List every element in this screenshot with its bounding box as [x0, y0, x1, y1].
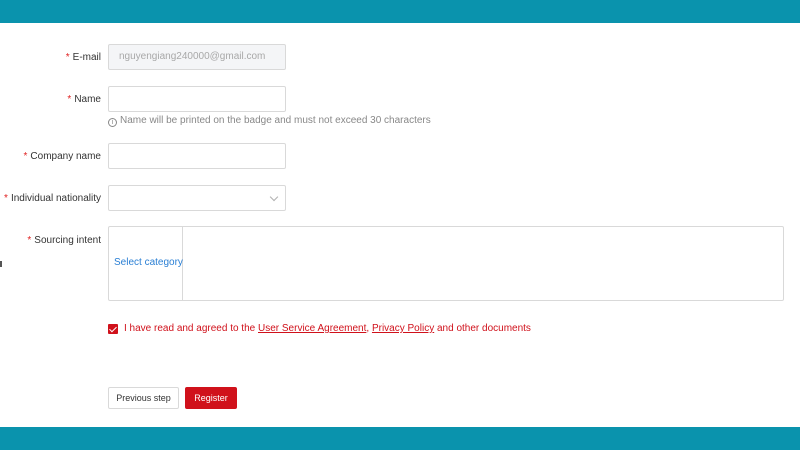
user-service-agreement-link[interactable]: User Service Agreement [258, 323, 366, 334]
required-mark: * [67, 94, 72, 105]
email-field: nguyengiang240000@gmail.com [108, 44, 286, 70]
info-circle-icon: i [108, 118, 117, 127]
name-hint-text: Name will be printed on the badge and mu… [120, 115, 431, 126]
bottom-banner [0, 427, 800, 450]
company-name-field[interactable] [108, 143, 286, 169]
top-banner [0, 0, 800, 23]
name-hint: i Name will be printed on the badge and m… [108, 115, 431, 127]
chevron-down-icon [269, 192, 279, 202]
select-category-link[interactable]: Select category [114, 257, 183, 268]
category-column: Select category [109, 227, 183, 300]
previous-step-button[interactable]: Previous step [108, 387, 179, 409]
name-label-text: Name [74, 94, 101, 105]
agreement-checkbox[interactable] [108, 323, 118, 334]
agreement-row: I have read and agreed to the User Servi… [108, 323, 531, 334]
email-label: * E-mail [66, 52, 101, 63]
required-mark: * [4, 193, 8, 204]
edge-marker [0, 261, 2, 267]
sourcing-intent-box: Select category [108, 226, 784, 301]
agreement-suffix: and other documents [434, 323, 531, 334]
name-label: * Name [67, 94, 101, 105]
email-label-text: E-mail [72, 52, 101, 63]
nationality-select[interactable] [108, 185, 286, 211]
register-button[interactable]: Register [185, 387, 237, 409]
name-field[interactable] [108, 86, 286, 112]
privacy-policy-link[interactable]: Privacy Policy [372, 323, 434, 334]
required-mark: * [23, 151, 28, 162]
sourcing-label-text: Sourcing intent [34, 235, 101, 246]
nationality-label-text: Individual nationality [10, 193, 101, 204]
company-label: * Company name [24, 151, 102, 162]
nationality-label: * Individual nationality [4, 193, 101, 204]
registration-form: * E-mail nguyengiang240000@gmail.com * Nam… [0, 23, 800, 427]
agreement-prefix: I have read and agreed to the [124, 323, 258, 334]
required-mark: * [65, 52, 70, 63]
required-mark: * [27, 235, 32, 246]
company-label-text: Company name [30, 151, 101, 162]
sourcing-label: * Sourcing intent [27, 235, 101, 246]
